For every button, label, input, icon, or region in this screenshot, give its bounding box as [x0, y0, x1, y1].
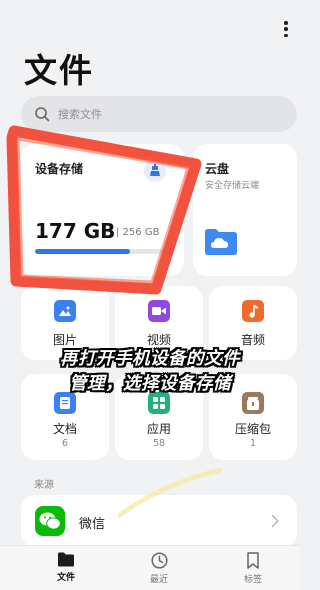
tab-files[interactable]: 文件 — [31, 552, 101, 583]
search-icon — [35, 107, 50, 122]
page-title: 文件 — [24, 51, 94, 90]
category-label: 应用 — [146, 422, 171, 436]
storage-used: 177 GB — [35, 219, 116, 243]
wechat-icon — [35, 506, 65, 536]
category-label: 文档 — [52, 422, 77, 436]
cloud-subtitle: 安全存储云端 — [205, 181, 260, 191]
storage-progress-fill — [35, 249, 130, 254]
tab-recent[interactable]: 最近 — [124, 552, 194, 585]
search-placeholder: 搜索文件 — [58, 108, 102, 121]
image-icon — [54, 300, 76, 322]
category-count: 1 — [249, 438, 257, 449]
caption-line: 管理，选择设备存储 — [69, 374, 231, 394]
device-storage-card[interactable]: 设备存储 177 GB | 256 GB — [21, 144, 184, 276]
bookmark-icon — [247, 552, 259, 569]
more-vertical-icon — [284, 21, 288, 25]
tab-label: 标签 — [243, 575, 262, 585]
bottom-navigation: 文件 最近 标签 — [0, 545, 300, 590]
storage-title: 设备存储 — [35, 162, 84, 176]
storage-progress-bar — [35, 249, 172, 254]
cloud-title: 云盘 — [205, 162, 230, 176]
category-label: 压缩包 — [234, 422, 271, 436]
more-options-button[interactable] — [278, 18, 294, 40]
category-label: 图片 — [52, 333, 77, 347]
sources-section-label: 来源 — [34, 480, 54, 491]
category-count: 6 — [61, 438, 69, 449]
video-icon — [148, 300, 170, 322]
tab-label: 文件 — [56, 573, 75, 583]
tab-tags[interactable]: 标签 — [218, 552, 288, 585]
caption-line: 再打开手机设备的文件 — [60, 349, 240, 369]
folder-icon — [58, 552, 74, 567]
tutorial-caption: 再打开手机设备的文件 管理，选择设备存储 — [0, 347, 300, 397]
clean-brush-icon[interactable] — [144, 160, 166, 182]
chevron-right-icon — [271, 514, 279, 528]
music-icon — [242, 300, 264, 322]
source-item-label: 微信 — [79, 517, 106, 532]
category-label: 音频 — [240, 333, 265, 347]
source-item-wechat[interactable]: 微信 — [21, 495, 297, 547]
search-input[interactable]: 搜索文件 — [21, 96, 297, 132]
cloud-drive-card[interactable]: 云盘 安全存储云端 — [193, 144, 297, 276]
cloud-folder-icon — [205, 229, 237, 255]
category-label: 视频 — [146, 333, 171, 347]
category-count: 58 — [152, 438, 166, 449]
storage-total: | 256 GB — [116, 227, 160, 238]
clock-icon — [150, 552, 168, 569]
tab-label: 最近 — [149, 575, 168, 585]
